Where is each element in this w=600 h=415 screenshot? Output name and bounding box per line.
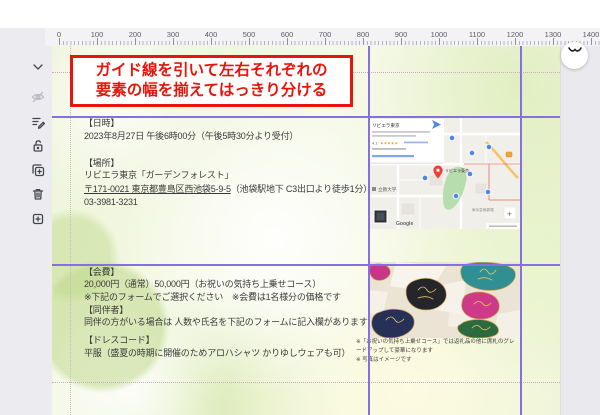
caption-line2: ードアップして豪華になります <box>356 347 526 356</box>
caption-line3: ※ 写真はイメージです <box>356 356 526 365</box>
phone-number[interactable]: 03-3981-3231 <box>84 197 138 208</box>
annotation-callout[interactable]: ガイド線を引いて左右それぞれの 要素の幅を揃えてはっきり分ける <box>70 55 353 107</box>
ruler-label: 100 <box>91 30 104 39</box>
ruler-label: 1100 <box>469 30 485 39</box>
ruler-label: 1000 <box>431 30 448 39</box>
photo-caption[interactable]: ※「お祝いの気持ち上乗せコース」では返礼品の他に席札のグレ ードアップして豪華に… <box>356 338 526 365</box>
venue-name-link[interactable]: リビエラ東京「ガーデンフォレスト」 <box>84 170 233 181</box>
ruler-label: 900 <box>395 30 408 39</box>
ruler-label: 400 <box>205 30 218 39</box>
address-line[interactable]: 〒171-0021 東京都豊島区西池袋5-9-5（池袋駅地下 C3出口より徒歩1… <box>84 184 372 195</box>
ruler-label: 1200 <box>507 30 524 39</box>
favor-photo[interactable] <box>368 262 520 338</box>
guide-horizontal-top[interactable] <box>52 116 560 118</box>
guide-horizontal-middle[interactable] <box>52 264 560 266</box>
map-zoom-in-button[interactable]: + <box>504 207 516 219</box>
datetime-line[interactable]: 2023年8月27日 午後6時00分（午後5時30分より受付） <box>84 131 298 142</box>
gem-green <box>458 320 499 338</box>
bird-chevron-icon <box>568 46 582 55</box>
google-watermark: Google <box>396 221 413 227</box>
ruler-label: 1300 <box>545 30 562 39</box>
annotation-line2: 要素の幅を揃えてはっきり分ける <box>96 81 327 101</box>
top-bar <box>0 0 600 28</box>
design-editor-window: 0 100 200 300 400 500 600 700 800 900 10… <box>0 0 600 415</box>
ruler-label: 1400 <box>583 30 600 39</box>
map-theater-label: 東京芸術劇場 <box>472 207 494 212</box>
design-canvas[interactable]: ガイド線を引いて左右それぞれの 要素の幅を揃えてはっきり分ける 【日時】 202… <box>52 46 560 415</box>
duplicate-page-icon[interactable] <box>29 161 47 179</box>
map-university-label: 立教大学 <box>378 186 397 193</box>
ruler-label: 800 <box>357 30 370 39</box>
annotation-line1: ガイド線を引いて左右それぞれの <box>95 61 327 81</box>
gem-black <box>406 278 446 310</box>
ruler-label: 500 <box>243 30 256 39</box>
chevron-down-icon[interactable] <box>29 58 47 76</box>
map-image[interactable]: リビエラ東京 リビエラ東京 4.1 ★★★★★ <box>368 116 520 229</box>
guide-vertical-right[interactable] <box>520 46 522 415</box>
ruler-label: 300 <box>167 30 180 39</box>
svg-text:+: + <box>507 209 512 219</box>
address-rest: （池袋駅地下 C3出口より徒歩1分） <box>231 184 372 194</box>
fee-line1[interactable]: 20,000円（通常）50,000円（お祝いの気持ち上乗せコース） <box>84 279 321 290</box>
caption-line1: ※「お祝いの気持ち上乗せコース」では返礼品の他に席札のグレ <box>356 338 526 347</box>
guide-vertical-center[interactable] <box>368 46 370 415</box>
map-rating-stars: ★★★★★ <box>380 141 398 146</box>
companion-heading[interactable]: 【同伴者】 <box>84 305 128 316</box>
ruler-major-ticks <box>59 38 600 45</box>
workspace-right-margin <box>560 46 600 415</box>
ruler-label: 700 <box>319 30 332 39</box>
map-info-card[interactable]: リビエラ東京 4.1 ★★★★★ <box>368 119 444 164</box>
dresscode-heading[interactable]: 【ドレスコード】 <box>84 335 154 346</box>
map-rating-value: 4.1 <box>372 141 378 146</box>
ruler-label: 600 <box>281 30 294 39</box>
datetime-heading[interactable]: 【日時】 <box>84 118 119 129</box>
ruler-label: 200 <box>129 30 142 39</box>
page-toolbar <box>0 46 52 415</box>
address-link[interactable]: 〒171-0021 東京都豊島区西池袋5-9-5 <box>84 184 231 194</box>
dresscode-line[interactable]: 平服（盛夏の時期に開催のためアロハシャツ かりゆしウェアも可） <box>84 348 350 359</box>
gem-pink <box>462 292 500 319</box>
lock-open-icon[interactable] <box>29 137 47 155</box>
place-heading[interactable]: 【場所】 <box>84 158 119 169</box>
add-page-icon[interactable] <box>29 210 47 228</box>
delete-page-icon[interactable] <box>29 185 47 203</box>
companion-line[interactable]: 同伴の方がいる場合は 人数や氏名を下記のフォームに記入欄があります <box>84 317 368 328</box>
ruler-label: 0 <box>57 30 61 39</box>
margin-line-bottom <box>52 382 560 383</box>
visibility-off-icon[interactable] <box>29 88 47 106</box>
fee-heading[interactable]: 【会費】 <box>84 267 119 278</box>
map-venue-label: リビエラ東京 <box>445 167 469 173</box>
fee-line2[interactable]: ※下記のフォームでご選択ください ※会費は1名様分の価格です <box>84 292 341 303</box>
collapse-button[interactable] <box>561 42 588 69</box>
edit-notes-icon[interactable] <box>29 113 47 131</box>
horizontal-ruler[interactable]: 0 100 200 300 400 500 600 700 800 900 10… <box>45 28 600 47</box>
map-info-title: リビエラ東京 <box>372 122 400 129</box>
